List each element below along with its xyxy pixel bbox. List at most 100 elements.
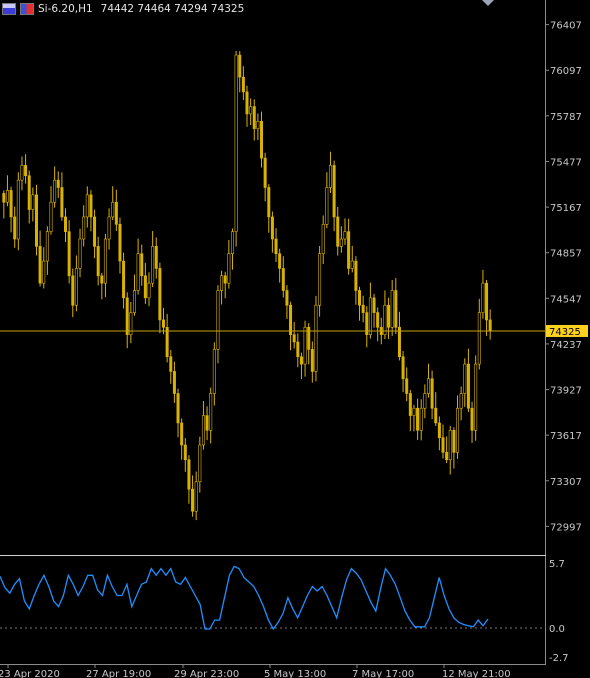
candle-body <box>281 268 285 291</box>
indicator-line <box>0 565 489 631</box>
flag-icon <box>20 3 34 15</box>
candle-body <box>212 349 216 394</box>
trading-chart[interactable]: 74325 76407 76097 75787 75477 75167 74857 7454… <box>0 0 590 678</box>
candle-body <box>45 231 49 262</box>
candle-body <box>252 106 256 129</box>
candle-body <box>183 444 187 461</box>
candle-body <box>267 187 271 218</box>
time-axis: 23 Apr 2020 27 Apr 19:00 29 Apr 23:00 5 … <box>0 664 546 678</box>
candle-body <box>303 326 307 365</box>
price-tick-label: 76407 <box>550 21 582 32</box>
candle-body <box>245 91 249 115</box>
candle-body <box>194 481 198 512</box>
candle-body <box>227 253 231 284</box>
candle-body <box>151 246 155 284</box>
candle-body <box>140 253 144 277</box>
indicator-panel: 5.7 0.0 -2.7 <box>0 556 569 664</box>
candle-body <box>53 179 57 203</box>
candle-body <box>24 165 28 177</box>
time-label: 5 May 13:00 <box>264 669 326 678</box>
candle-body <box>13 216 17 240</box>
candle-body <box>201 415 205 446</box>
indicator-tick-max: 5.7 <box>549 559 565 570</box>
candle-body <box>299 356 303 365</box>
candle-body <box>314 304 318 372</box>
candle-body <box>434 407 438 424</box>
candle-body <box>405 378 409 394</box>
candle-body <box>350 260 354 269</box>
candle-body <box>430 378 434 409</box>
candle-body <box>310 349 314 372</box>
price-tick-label: 74237 <box>550 340 582 351</box>
candle-body <box>318 253 322 306</box>
candle-body <box>321 223 325 255</box>
candle-body <box>387 304 391 328</box>
candle-body <box>408 393 412 416</box>
candle-body <box>85 194 89 218</box>
candle-body <box>343 231 347 240</box>
candle-body <box>38 246 42 284</box>
candle-body <box>488 319 492 332</box>
price-tick-label: 75477 <box>550 157 582 168</box>
price-tick-label: 73617 <box>550 431 582 442</box>
candle-body <box>474 363 478 431</box>
candle-body <box>64 216 68 232</box>
candle-body <box>42 260 46 284</box>
candle-body <box>416 407 420 431</box>
candle-body <box>263 157 267 188</box>
candle-body <box>169 356 173 372</box>
candle-body <box>205 415 209 431</box>
candle-body <box>180 422 184 446</box>
candle-body <box>285 290 289 306</box>
candle-body <box>9 190 13 218</box>
candle-body <box>481 282 485 313</box>
candle-body <box>383 304 387 335</box>
candle-body <box>256 120 260 129</box>
candle-body <box>132 290 136 313</box>
price-tick-label: 74857 <box>550 249 582 260</box>
candle-body <box>459 393 463 409</box>
candle-body <box>426 378 430 394</box>
candle-body <box>361 304 365 313</box>
candle-body <box>452 429 456 453</box>
candle-body <box>423 393 427 409</box>
chart-window-icon[interactable] <box>2 3 16 15</box>
candle-body <box>187 459 191 490</box>
candle-body <box>158 268 162 321</box>
candle-body <box>198 444 202 483</box>
price-tick-label: 73927 <box>550 386 582 397</box>
candle-body <box>162 319 166 328</box>
candle-body <box>289 304 293 335</box>
candle-body <box>172 371 176 394</box>
price-tick-label: 74547 <box>550 294 582 305</box>
candle-body <box>437 422 441 438</box>
candle-body <box>93 216 97 247</box>
candle-body <box>274 238 278 255</box>
candle-body <box>394 290 398 328</box>
candle-body <box>114 201 118 225</box>
candle-body <box>125 297 129 335</box>
price-chart-svg[interactable]: 74325 76407 76097 75787 75477 75167 74857 7454… <box>0 0 590 678</box>
candle-body <box>238 54 242 78</box>
symbol-timeframe: Si-6.20,H1 <box>38 3 93 15</box>
candle-body <box>71 275 75 306</box>
candle-body <box>368 297 372 335</box>
candle-body <box>223 275 227 284</box>
price-tick-label: 72997 <box>550 522 582 533</box>
candle-body <box>485 282 489 321</box>
candle-body <box>31 194 35 210</box>
price-axis: 76407 76097 75787 75477 75167 74857 74547 74237… <box>545 21 582 533</box>
scroll-marker-icon[interactable] <box>482 0 494 8</box>
candle-body <box>328 165 332 188</box>
candle-body <box>82 216 86 240</box>
candle-body <box>456 407 460 453</box>
time-label: 12 May 21:00 <box>442 669 511 678</box>
chart-header: Si-6.20,H1 74442 74464 74294 74325 <box>2 2 244 16</box>
candle-body <box>103 238 107 284</box>
price-tick-label: 73307 <box>550 477 582 488</box>
candle-body <box>296 341 300 358</box>
candle-body <box>441 437 445 453</box>
candlestick-series <box>2 50 492 521</box>
candle-body <box>56 179 60 188</box>
candle-body <box>96 246 100 277</box>
